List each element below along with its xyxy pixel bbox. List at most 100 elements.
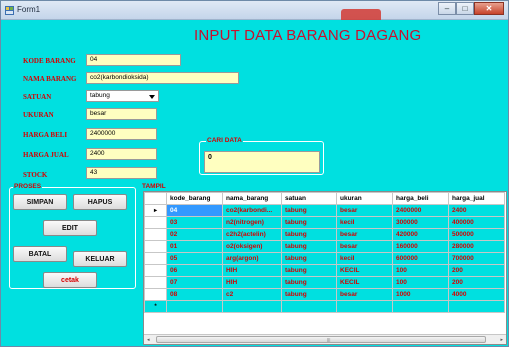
table-cell[interactable]: 03 (166, 216, 223, 229)
table-cell[interactable] (166, 300, 223, 313)
table-cell[interactable]: 300000 (392, 216, 449, 229)
table-cell[interactable] (336, 300, 393, 313)
table-row[interactable]: 01 o2(oksigen) tabung besar 160000 28000… (144, 240, 505, 253)
table-cell[interactable]: 08 (166, 288, 223, 301)
table-cell[interactable] (222, 300, 282, 313)
row-header[interactable] (144, 252, 167, 265)
table-cell[interactable]: tabung (281, 252, 337, 265)
table-cell[interactable]: co2(karbondi... (222, 204, 282, 217)
table-cell[interactable]: tabung (281, 204, 337, 217)
table-row[interactable]: 06 HIH tabung KECIL 100 200 (144, 264, 505, 277)
table-row[interactable]: 02 c2h2(actelin) tabung besar 420000 500… (144, 228, 505, 241)
row-header[interactable] (144, 264, 167, 277)
row-header[interactable] (144, 276, 167, 289)
title-bar[interactable]: Form1 – □ ✕ (1, 1, 508, 20)
harga-beli-field[interactable]: 2400000 (86, 128, 157, 140)
table-row[interactable]: 08 c2 tabung besar 1000 4000 (144, 288, 505, 301)
edit-button[interactable]: EDIT (43, 220, 97, 236)
row-header[interactable] (144, 288, 167, 301)
close-button[interactable]: ✕ (474, 2, 504, 15)
table-row[interactable]: 03 n2(nitrogen) tabung kecil 300000 4000… (144, 216, 505, 229)
ukuran-field[interactable]: besar (86, 108, 157, 120)
row-header[interactable] (144, 228, 167, 241)
search-input[interactable]: 0 (204, 151, 320, 173)
nama-barang-field[interactable]: co2(karbondioksida) (86, 72, 239, 84)
table-cell[interactable]: tabung (281, 288, 337, 301)
satuan-select[interactable]: tabung (86, 90, 159, 102)
horizontal-scrollbar[interactable]: ◂ ⦙⦙⦙ ▸ (144, 334, 506, 344)
table-cell[interactable]: HIH (222, 264, 282, 277)
hapus-button[interactable]: HAPUS (73, 194, 127, 210)
table-cell[interactable]: tabung (281, 276, 337, 289)
table-cell[interactable]: 160000 (392, 240, 449, 253)
table-cell[interactable]: tabung (281, 216, 337, 229)
table-row[interactable]: 07 HIH tabung KECIL 100 200 (144, 276, 505, 289)
table-cell[interactable]: 05 (166, 252, 223, 265)
data-grid[interactable]: kode_barang nama_barang satuan ukuran ha… (143, 191, 507, 345)
scroll-right-icon[interactable]: ▸ (500, 337, 503, 343)
table-cell[interactable]: 400000 (448, 216, 505, 229)
column-header[interactable]: kode_barang (166, 192, 223, 205)
table-cell[interactable]: KECIL (336, 264, 393, 277)
new-row-marker-icon[interactable]: * (144, 300, 167, 313)
column-header[interactable]: satuan (281, 192, 337, 205)
table-cell[interactable]: besar (336, 204, 393, 217)
table-cell[interactable]: tabung (281, 228, 337, 241)
stock-field[interactable]: 43 (86, 167, 157, 179)
table-cell[interactable]: 200 (448, 276, 505, 289)
table-cell[interactable]: tabung (281, 240, 337, 253)
cetak-button[interactable]: cetak (43, 272, 97, 288)
new-row[interactable]: * (144, 300, 505, 313)
table-cell[interactable]: arg(argon) (222, 252, 282, 265)
table-cell[interactable]: 500000 (448, 228, 505, 241)
table-cell[interactable] (281, 300, 337, 313)
column-header[interactable]: harga_jual (448, 192, 505, 205)
table-cell[interactable]: kecil (336, 252, 393, 265)
table-cell[interactable]: 04 (166, 204, 223, 217)
row-header[interactable] (144, 240, 167, 253)
table-cell[interactable]: HIH (222, 276, 282, 289)
table-cell[interactable]: c2h2(actelin) (222, 228, 282, 241)
table-cell[interactable]: 02 (166, 228, 223, 241)
column-header[interactable]: nama_barang (222, 192, 282, 205)
table-cell[interactable]: 420000 (392, 228, 449, 241)
table-cell[interactable]: 07 (166, 276, 223, 289)
table-cell[interactable] (448, 300, 505, 313)
table-cell[interactable]: 700000 (448, 252, 505, 265)
table-cell[interactable]: kecil (336, 216, 393, 229)
kode-barang-field[interactable]: 04 (86, 54, 181, 66)
scroll-left-icon[interactable]: ◂ (147, 337, 150, 343)
table-cell[interactable]: o2(oksigen) (222, 240, 282, 253)
table-cell[interactable]: 600000 (392, 252, 449, 265)
table-cell[interactable]: 100 (392, 264, 449, 277)
table-cell[interactable]: 100 (392, 276, 449, 289)
table-cell[interactable]: 2400000 (392, 204, 449, 217)
maximize-button[interactable]: □ (456, 2, 474, 15)
table-cell[interactable]: tabung (281, 264, 337, 277)
table-cell[interactable] (392, 300, 449, 313)
minimize-button[interactable]: – (438, 2, 456, 15)
table-cell[interactable]: 200 (448, 264, 505, 277)
table-cell[interactable]: besar (336, 228, 393, 241)
table-cell[interactable]: 01 (166, 240, 223, 253)
keluar-button[interactable]: KELUAR (73, 251, 127, 267)
table-cell[interactable]: 4000 (448, 288, 505, 301)
table-cell[interactable]: 06 (166, 264, 223, 277)
table-row[interactable]: 05 arg(argon) tabung kecil 600000 700000 (144, 252, 505, 265)
table-cell[interactable]: 280000 (448, 240, 505, 253)
table-cell[interactable]: besar (336, 288, 393, 301)
table-cell[interactable]: KECIL (336, 276, 393, 289)
simpan-button[interactable]: SIMPAN (13, 194, 67, 210)
column-header[interactable]: ukuran (336, 192, 393, 205)
table-row[interactable]: ▸ 04 co2(karbondi... tabung besar 240000… (144, 204, 505, 217)
scrollbar-thumb[interactable]: ⦙⦙⦙ (156, 336, 486, 344)
column-header[interactable]: harga_beli (392, 192, 449, 205)
chevron-down-icon[interactable] (149, 95, 155, 99)
table-cell[interactable]: n2(nitrogen) (222, 216, 282, 229)
batal-button[interactable]: BATAL (13, 246, 67, 262)
harga-jual-field[interactable]: 2400 (86, 148, 157, 160)
current-row-marker-icon[interactable]: ▸ (144, 204, 167, 217)
table-cell[interactable]: 1000 (392, 288, 449, 301)
table-cell[interactable]: c2 (222, 288, 282, 301)
row-header[interactable] (144, 216, 167, 229)
